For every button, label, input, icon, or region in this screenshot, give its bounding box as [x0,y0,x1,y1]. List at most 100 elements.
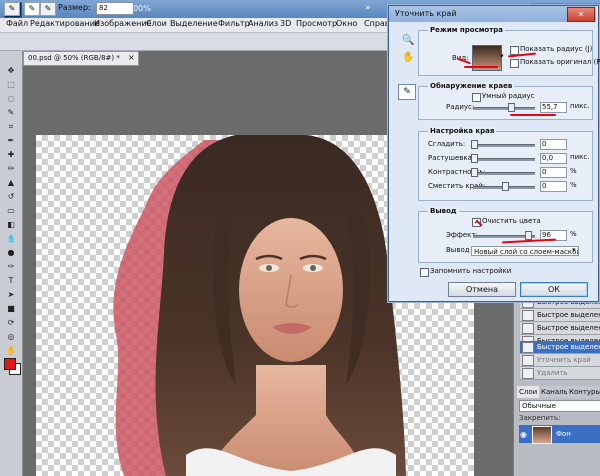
ok-button[interactable]: ОК [520,282,588,297]
menu-3d[interactable]: 3D [280,19,291,28]
document-tab[interactable]: 00.psd @ 50% (RGB/8#) * [23,51,139,66]
gradient-tool-icon[interactable]: ◧ [3,219,19,231]
history-state-icon [522,355,534,366]
show-radius-label[interactable]: Показать радиус (J) [520,45,592,53]
dodge-tool-icon[interactable]: ● [3,247,19,259]
lock-label: Закрепить: [519,414,561,422]
history-state-icon [522,323,534,334]
dialog-close-button[interactable]: ✕ [567,7,595,22]
shape-tool-icon[interactable]: ■ [3,303,19,315]
contrast-slider-track[interactable] [473,172,535,175]
shift-edge-unit: % [570,181,577,189]
eraser-tool-icon[interactable]: ▭ [3,205,19,217]
menu-window[interactable]: Окно [336,19,357,28]
radius-slider-thumb[interactable] [508,103,515,112]
tab-paths[interactable]: Контуры [567,386,600,398]
tool-preset-icon[interactable]: ✎ [4,2,20,16]
3d-camera-tool-icon[interactable]: ◎ [3,331,19,343]
crop-tool-icon[interactable]: ⌗ [3,121,19,133]
stamp-tool-icon[interactable]: ▲ [3,177,19,189]
feather-label: Растушевка: [428,154,475,162]
size-label: Размер: [58,3,91,12]
tab-layers[interactable]: Слои [517,386,541,398]
radius-slider-track[interactable] [473,107,535,110]
contrast-input[interactable]: 0 [540,167,567,178]
remember-settings-checkbox[interactable] [420,268,429,277]
menu-view[interactable]: Просмотр [296,19,337,28]
history-item[interactable]: Уточнить край [520,354,600,367]
annotation-underline [464,66,498,68]
lasso-tool-icon[interactable]: ◌ [3,93,19,105]
shift-edge-input[interactable]: 0 [540,181,567,192]
show-original-label[interactable]: Показать оригинал (P) [520,58,600,66]
eye-icon[interactable]: ◉ [520,430,527,439]
path-selection-tool-icon[interactable]: ➤ [3,289,19,301]
brush-tool-icon[interactable]: ✏ [3,163,19,175]
size-input[interactable]: 82 [96,2,134,15]
history-state-icon [522,310,534,321]
hand-tool-icon[interactable]: ✋ [3,345,19,357]
blur-tool-icon[interactable]: 💧 [3,233,19,245]
history-item[interactable]: Удалить [520,367,600,380]
amount-unit: % [570,230,577,238]
menu-select[interactable]: Выделение [170,19,218,28]
move-tool-icon[interactable]: ✥ [3,65,19,77]
blend-mode-select[interactable]: Обычные [519,400,600,412]
healing-tool-icon[interactable]: ✚ [3,149,19,161]
feather-slider-track[interactable] [473,158,535,161]
smooth-slider-thumb[interactable] [471,140,478,149]
adjust-edge-title: Настройка края [428,127,497,135]
layer-thumbnail [532,426,552,444]
more-workspaces-icon[interactable]: » [365,3,371,13]
history-state-icon [522,342,534,353]
new-selection-icon[interactable]: ✎ [24,2,40,16]
output-to-select[interactable]: Новый слой со слоем-маской [471,246,579,256]
radius-unit: пикс. [570,102,590,110]
marquee-tool-icon[interactable]: ⬚ [3,79,19,91]
eyedropper-tool-icon[interactable]: ✒ [3,135,19,147]
zoom-icon[interactable]: 🔍 [402,35,414,46]
smart-radius-checkbox[interactable] [472,93,481,102]
history-item[interactable]: Быстрое выделение [520,309,600,322]
type-tool-icon[interactable]: T [3,275,19,287]
menu-analysis[interactable]: Анализ [248,19,278,28]
layer-name: Фон [556,430,571,438]
history-brush-tool-icon[interactable]: ↺ [3,191,19,203]
chevron-down-icon[interactable]: ▾ [500,52,504,60]
document-close-icon[interactable]: × [128,51,138,64]
chevron-down-icon[interactable]: ▾ [572,246,576,254]
feather-input[interactable]: 0,0 [540,153,567,164]
smart-radius-label[interactable]: Умный радиус [482,92,535,100]
view-mode-title: Режим просмотра [428,26,506,34]
refine-radius-brush-icon[interactable]: ✎ [398,84,416,100]
feather-slider-thumb[interactable] [471,154,478,163]
menu-file[interactable]: Файл [6,19,28,28]
layers-panel-tabs: Слои Каналы Контуры [517,386,600,398]
menu-image[interactable]: Изображение [94,19,152,28]
view-mode-group [418,30,593,76]
feather-unit: пикс. [570,153,590,161]
tools-panel: ✥ ⬚ ◌ ✎ ⌗ ✒ ✚ ✏ ▲ ↺ ▭ ◧ 💧 ● ✑ T ➤ ■ ⟳ ◎ … [0,51,23,476]
quick-selection-tool-icon[interactable]: ✎ [3,107,19,119]
contrast-slider-thumb[interactable] [471,168,478,177]
decontaminate-label[interactable]: Очистить цвета [482,217,541,225]
history-item-selected[interactable]: Быстрое выделение [520,341,600,354]
radius-input[interactable]: 55,7 [540,102,567,113]
3d-rotate-tool-icon[interactable]: ⟳ [3,317,19,329]
menu-filter[interactable]: Фильтр [218,19,250,28]
amount-slider-thumb[interactable] [525,231,532,240]
menu-layers[interactable]: Слои [146,19,167,28]
add-to-selection-icon[interactable]: ✎ [40,2,56,16]
remember-settings-label[interactable]: Запомнить настройки [430,267,511,275]
history-item[interactable]: Быстрое выделение [520,322,600,335]
cancel-button[interactable]: Отмена [448,282,516,297]
smooth-slider-track[interactable] [473,144,535,147]
pen-tool-icon[interactable]: ✑ [3,261,19,273]
shift-edge-slider-thumb[interactable] [502,182,509,191]
foreground-color-front[interactable] [4,358,16,370]
show-original-checkbox[interactable] [510,59,519,68]
menu-edit[interactable]: Редактирование [30,19,100,28]
smooth-input[interactable]: 0 [540,139,567,150]
hand-icon[interactable]: ✋ [402,52,414,63]
dialog-title: Уточнить край [389,6,596,22]
